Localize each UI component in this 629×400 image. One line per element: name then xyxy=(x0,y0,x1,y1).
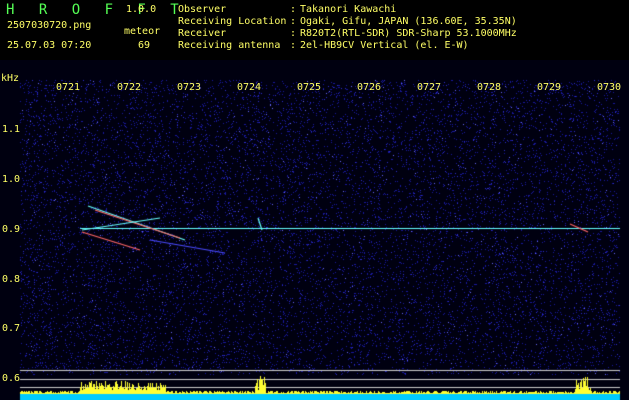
antenna-separator: : xyxy=(290,40,297,51)
x-tick-label: 0729 xyxy=(537,82,562,93)
location-value: Ogaki, Gifu, JAPAN (136.60E, 35.35N) xyxy=(300,16,517,27)
file-name: 2507030720.png xyxy=(7,20,92,31)
y-tick-label: 0.9 xyxy=(2,224,21,235)
y-tick-label: 0.6 xyxy=(2,373,21,384)
x-tick-label: 0726 xyxy=(357,82,382,93)
meteor-label: meteor xyxy=(124,26,161,37)
unit-label: kHz xyxy=(1,73,20,84)
x-tick-label: 0724 xyxy=(237,82,262,93)
location-separator: : xyxy=(290,16,297,27)
location-label: Receiving Location xyxy=(178,16,287,27)
y-tick-label: 0.8 xyxy=(2,274,21,285)
observer-value: Takanori Kawachi xyxy=(300,4,397,15)
antenna-value: 2el-HB9CV Vertical (el. E-W) xyxy=(300,40,469,51)
meteor-count: 69 xyxy=(138,40,151,51)
x-tick-label: 0728 xyxy=(477,82,502,93)
x-tick-label: 0730 xyxy=(597,82,622,93)
x-tick-label: 0722 xyxy=(117,82,142,93)
y-tick-label: 1.1 xyxy=(2,124,21,135)
file-datetime: 25.07.03 07:20 xyxy=(7,40,92,51)
x-tick-label: 0727 xyxy=(417,82,442,93)
x-tick-label: 0725 xyxy=(297,82,322,93)
y-tick-label: 1.0 xyxy=(2,174,21,185)
receiver-separator: : xyxy=(290,28,297,39)
receiver-value: R820T2(RTL-SDR) SDR-Sharp 53.1000MHz xyxy=(300,28,517,39)
x-tick-label: 0723 xyxy=(177,82,202,93)
spectrogram xyxy=(0,60,629,400)
app-version: 1.0.0 xyxy=(126,4,157,15)
app-logo: H R O F F T xyxy=(6,2,187,18)
y-tick-label: 0.7 xyxy=(2,323,21,334)
observer-label: Observer xyxy=(178,4,227,15)
observer-separator: : xyxy=(290,4,297,15)
antenna-label: Receiving antenna xyxy=(178,40,281,51)
receiver-label: Receiver xyxy=(178,28,227,39)
x-tick-label: 0721 xyxy=(56,82,81,93)
